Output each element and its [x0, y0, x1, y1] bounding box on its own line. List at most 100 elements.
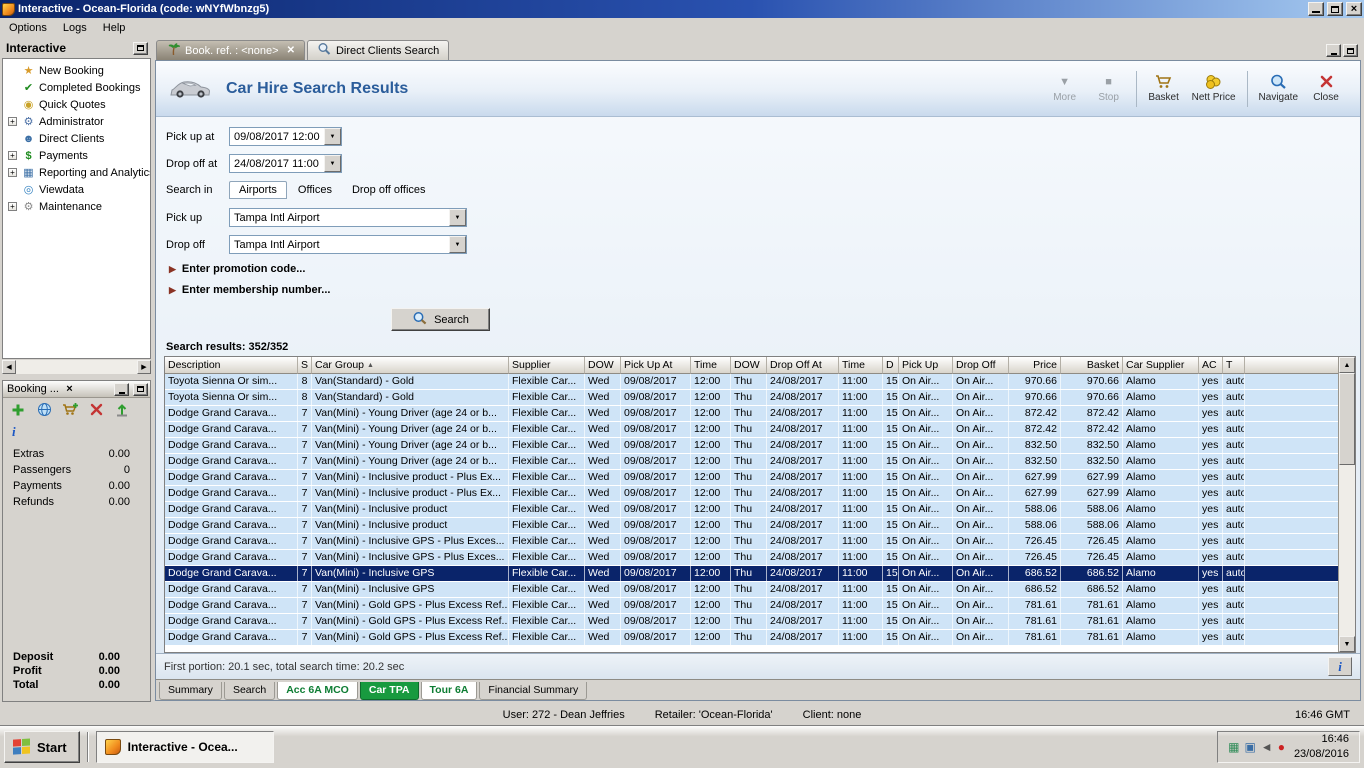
result-row-15[interactable]: Dodge Grand Carava... 7 Van(Mini) - Gold G…: [165, 614, 1338, 630]
pickup-at-select[interactable]: 09/08/2017 12:00 ▼: [229, 127, 342, 146]
scroll-up-icon[interactable]: ▲: [1339, 357, 1355, 373]
sidebar-item-quick-quotes[interactable]: ◉ Quick Quotes: [3, 96, 150, 113]
search-in-offices[interactable]: Offices: [289, 181, 341, 199]
close-tab-icon[interactable]: ✕: [287, 45, 295, 56]
column-header-pick-up-11[interactable]: Pick Up: [899, 357, 953, 374]
column-header-pick-up-at-5[interactable]: Pick Up At: [621, 357, 691, 374]
search-in-drop-off-offices[interactable]: Drop off offices: [343, 181, 435, 199]
bottom-tab-financial-summary[interactable]: Financial Summary: [479, 681, 588, 700]
expander-icon[interactable]: +: [8, 202, 17, 211]
column-header-ac-16[interactable]: AC: [1199, 357, 1223, 374]
info-button[interactable]: i: [1328, 657, 1352, 676]
column-header-description-0[interactable]: Description: [165, 357, 298, 374]
result-row-13[interactable]: Dodge Grand Carava... 7 Van(Mini) - Inclus…: [165, 582, 1338, 598]
bottom-tab-acc-6a-mco[interactable]: Acc 6A MCO: [277, 681, 358, 700]
expander-icon[interactable]: +: [8, 117, 17, 126]
basket-add-button[interactable]: [61, 402, 79, 420]
add-button[interactable]: [9, 402, 27, 420]
column-header-supplier-3[interactable]: Supplier: [509, 357, 585, 374]
globe-button[interactable]: [35, 402, 53, 420]
maximize-panel-button[interactable]: [133, 382, 148, 396]
dropdown-icon[interactable]: ▼: [324, 128, 341, 145]
sidebar-item-reporting-and-analytics[interactable]: + ▦ Reporting and Analytics: [3, 164, 150, 181]
scroll-down-icon[interactable]: ▼: [1339, 636, 1355, 652]
basket-button[interactable]: Basket: [1142, 70, 1186, 107]
nett-price-button[interactable]: Nett Price: [1186, 70, 1242, 107]
result-row-5[interactable]: Dodge Grand Carava... 7 Van(Mini) - Young …: [165, 454, 1338, 470]
minimize-panel-button[interactable]: [114, 382, 129, 396]
membership-section[interactable]: ▶ Enter membership number...: [169, 284, 1360, 296]
sidebar-item-administrator[interactable]: + ⚙ Administrator: [3, 113, 150, 130]
promo-code-section[interactable]: ▶ Enter promotion code...: [169, 263, 1360, 275]
minimize-button[interactable]: [1308, 2, 1324, 16]
dropoff-at-select[interactable]: 24/08/2017 11:00 ▼: [229, 154, 342, 173]
stop-button[interactable]: ■ Stop: [1087, 70, 1131, 107]
close-button[interactable]: ×: [1346, 2, 1362, 16]
sidebar-horizontal-scrollbar[interactable]: ◀ ▶: [2, 360, 151, 374]
column-header-car-supplier-15[interactable]: Car Supplier: [1123, 357, 1199, 374]
column-header-drop-off-at-8[interactable]: Drop Off At: [767, 357, 839, 374]
scroll-left-icon[interactable]: ◀: [2, 360, 16, 374]
column-header-dow-7[interactable]: DOW: [731, 357, 767, 374]
close-button[interactable]: Close: [1304, 70, 1348, 107]
export-button[interactable]: [113, 402, 131, 420]
result-row-1[interactable]: Toyota Sienna Or sim... 8 Van(Standard) - …: [165, 390, 1338, 406]
column-header-s-1[interactable]: S: [298, 357, 312, 374]
result-row-2[interactable]: Dodge Grand Carava... 7 Van(Mini) - Young …: [165, 406, 1338, 422]
sidebar-item-completed-bookings[interactable]: ✔ Completed Bookings: [3, 79, 150, 96]
restore-tabs-button[interactable]: [1343, 44, 1358, 57]
more-button[interactable]: ▼ More: [1043, 70, 1087, 107]
search-in-airports[interactable]: Airports: [229, 181, 287, 199]
taskbar-item-interactive[interactable]: Interactive - Ocea...: [95, 731, 274, 763]
menu-help[interactable]: Help: [95, 19, 134, 37]
pickup-select[interactable]: Tampa Intl Airport ▼: [229, 208, 467, 227]
sidebar-item-viewdata[interactable]: ◎ Viewdata: [3, 181, 150, 198]
dropdown-icon[interactable]: ▼: [449, 236, 466, 253]
bottom-tab-tour-6a[interactable]: Tour 6A: [420, 681, 478, 700]
bottom-tab-car-tpa[interactable]: Car TPA: [359, 681, 419, 700]
bottom-tab-search[interactable]: Search: [223, 681, 276, 700]
minimize-tabs-button[interactable]: [1326, 44, 1341, 57]
scroll-thumb[interactable]: [1339, 373, 1355, 465]
column-header-dow-4[interactable]: DOW: [585, 357, 621, 374]
sidebar-item-payments[interactable]: + $ Payments: [3, 147, 150, 164]
result-row-11[interactable]: Dodge Grand Carava... 7 Van(Mini) - Inclus…: [165, 550, 1338, 566]
sidebar-item-new-booking[interactable]: ★ New Booking: [3, 62, 150, 79]
vertical-scrollbar[interactable]: ▲ ▼: [1338, 357, 1355, 652]
info-icon[interactable]: i: [12, 424, 16, 439]
expander-icon[interactable]: +: [8, 151, 17, 160]
column-header-d-10[interactable]: D: [883, 357, 899, 374]
restore-button[interactable]: [1327, 2, 1343, 16]
scroll-right-icon[interactable]: ▶: [137, 360, 151, 374]
column-header-time-6[interactable]: Time: [691, 357, 731, 374]
result-row-14[interactable]: Dodge Grand Carava... 7 Van(Mini) - Gold G…: [165, 598, 1338, 614]
result-row-12[interactable]: Dodge Grand Carava... 7 Van(Mini) - Inclus…: [165, 566, 1338, 582]
sidebar-item-direct-clients[interactable]: ☻ Direct Clients: [3, 130, 150, 147]
dropdown-icon[interactable]: ▼: [449, 209, 466, 226]
tab-book-ref-none[interactable]: Book. ref. : <none> ✕: [156, 40, 305, 60]
column-header-drop-off-12[interactable]: Drop Off: [953, 357, 1009, 374]
result-row-10[interactable]: Dodge Grand Carava... 7 Van(Mini) - Inclus…: [165, 534, 1338, 550]
close-booking-panel-icon[interactable]: ×: [63, 383, 76, 395]
column-header-t-17[interactable]: T: [1223, 357, 1245, 374]
column-header-time-9[interactable]: Time: [839, 357, 883, 374]
scroll-track[interactable]: [1339, 465, 1355, 636]
search-button[interactable]: Search: [391, 308, 490, 331]
result-row-0[interactable]: Toyota Sienna Or sim... 8 Van(Standard) - …: [165, 374, 1338, 390]
dropdown-icon[interactable]: ▼: [324, 155, 341, 172]
tab-direct-clients-search[interactable]: Direct Clients Search: [306, 40, 450, 60]
delete-button[interactable]: [87, 402, 105, 420]
result-row-6[interactable]: Dodge Grand Carava... 7 Van(Mini) - Inclus…: [165, 470, 1338, 486]
result-row-8[interactable]: Dodge Grand Carava... 7 Van(Mini) - Inclus…: [165, 502, 1338, 518]
sidebar-item-maintenance[interactable]: + ⚙ Maintenance: [3, 198, 150, 215]
column-header-price-13[interactable]: Price: [1009, 357, 1061, 374]
navigate-button[interactable]: Navigate: [1253, 70, 1304, 107]
expander-icon[interactable]: +: [8, 168, 17, 177]
column-header-car-group-2[interactable]: Car Group ▲: [312, 357, 509, 374]
collapse-sidebar-button[interactable]: [133, 41, 148, 55]
result-row-3[interactable]: Dodge Grand Carava... 7 Van(Mini) - Young …: [165, 422, 1338, 438]
menu-logs[interactable]: Logs: [55, 19, 95, 37]
result-row-9[interactable]: Dodge Grand Carava... 7 Van(Mini) - Inclus…: [165, 518, 1338, 534]
column-header-basket-14[interactable]: Basket: [1061, 357, 1123, 374]
bottom-tab-summary[interactable]: Summary: [159, 681, 222, 700]
